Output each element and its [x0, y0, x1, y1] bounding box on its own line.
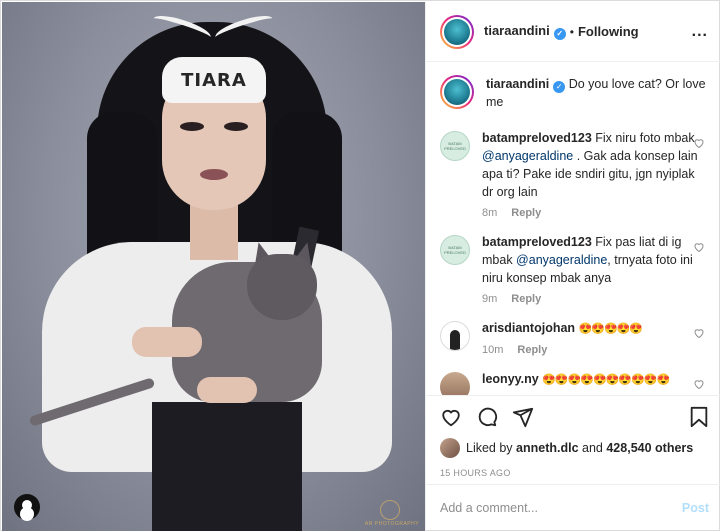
instagram-post: TIARA AR PHOTOGRAPHY tiaraandini ✓ • Foll… [0, 0, 720, 531]
commenter-username[interactable]: batampreloved123 [482, 131, 592, 145]
caption-avatar[interactable] [440, 75, 474, 109]
person-icon [22, 500, 32, 510]
author-avatar[interactable] [440, 14, 474, 49]
photo-hand-upper [132, 327, 202, 357]
comment-time: 9m [482, 293, 498, 305]
comment-like-icon[interactable] [693, 137, 705, 149]
action-icons [440, 404, 709, 430]
commenter-avatar[interactable]: BATAM PRELOVED [440, 131, 470, 161]
commenter-username[interactable]: leonyy.ny [482, 372, 539, 386]
comment-text-part: Fix niru foto mbak [595, 131, 695, 145]
commenter-avatar[interactable] [440, 321, 470, 351]
tagged-user-icon[interactable] [14, 494, 40, 520]
author-username-text[interactable]: tiaraandini [484, 23, 550, 38]
bookmark-icon[interactable] [689, 406, 709, 428]
likes-prefix: Liked by [466, 441, 517, 455]
post-sidebar: tiaraandini ✓ • Following ... tiaraandini… [425, 2, 720, 531]
following-button[interactable]: Following [578, 24, 639, 39]
comment-like-icon[interactable] [693, 327, 705, 339]
likes-middle: and [578, 441, 607, 455]
caption-text: tiaraandini ✓ Do you love cat? Or love me [486, 75, 707, 111]
comment-emoji: 😍😍😍😍😍 [578, 323, 643, 335]
photographer-logo [380, 500, 400, 520]
post-header: tiaraandini ✓ • Following ... [426, 2, 720, 62]
post-caption: tiaraandini ✓ Do you love cat? Or love me [440, 75, 707, 111]
comment-meta: 8m Reply [482, 207, 702, 219]
photo-headband: TIARA [162, 57, 266, 103]
comment-icon[interactable] [476, 406, 498, 428]
comment-input[interactable]: Add a comment... [440, 501, 538, 515]
comment-like-icon[interactable] [693, 241, 705, 253]
comment-emoji: 😍😍😍😍😍😍😍😍😍😍 [542, 374, 670, 386]
comment-item: arisdiantojohan 😍😍😍😍😍 10m Reply [440, 319, 707, 356]
comment-item: leonyy.ny 😍😍😍😍😍😍😍😍😍😍 [440, 370, 707, 395]
comment-like-icon[interactable] [693, 378, 705, 390]
post-button[interactable]: Post [682, 501, 709, 515]
author-username[interactable]: tiaraandini ✓ [484, 23, 566, 40]
photo-cat-head [247, 254, 317, 320]
add-comment-bar: Add a comment... Post [426, 484, 720, 531]
photo-lips [200, 169, 228, 180]
author-avatar-ring [442, 16, 472, 47]
header-separator: • [569, 24, 574, 39]
likes-count[interactable]: 428,540 others [606, 441, 693, 455]
likes-text: Liked by anneth.dlc and 428,540 others [466, 441, 693, 455]
commenter-avatar-text: BATAM PRELOVED [444, 141, 466, 151]
commenter-avatar-text: BATAM PRELOVED [444, 245, 466, 255]
post-actions: Liked by anneth.dlc and 428,540 others 1… [426, 395, 720, 478]
comment-item: BATAM PRELOVED batampreloved123 Fix pas … [440, 233, 707, 305]
photo-skirt [152, 402, 302, 531]
liker-avatar[interactable] [440, 438, 460, 458]
photo-eye-right [224, 122, 248, 131]
comment-text: arisdiantojohan 😍😍😍😍😍 [482, 319, 702, 338]
headband-text: TIARA [181, 69, 247, 91]
comments-list[interactable]: tiaraandini ✓ Do you love cat? Or love me… [426, 63, 720, 395]
caption-avatar-ring [442, 77, 472, 107]
photo-eye-left [180, 122, 204, 131]
commenter-username[interactable]: batampreloved123 [482, 235, 592, 249]
comment-time: 10m [482, 344, 504, 356]
mention-link[interactable]: @anyageraldine [516, 253, 607, 267]
comment-body: arisdiantojohan 😍😍😍😍😍 10m Reply [482, 319, 702, 356]
post-photo[interactable]: TIARA AR PHOTOGRAPHY [2, 2, 425, 531]
verified-icon: ✓ [553, 81, 566, 93]
reply-button[interactable]: Reply [511, 207, 541, 219]
avatar-figure [450, 330, 460, 350]
post-timestamp[interactable]: 15 HOURS AGO [440, 468, 709, 478]
comment-text: batampreloved123 Fix niru foto mbak @any… [482, 129, 702, 201]
more-icon[interactable]: ... [692, 23, 708, 41]
reply-button[interactable]: Reply [517, 344, 547, 356]
comment-meta: 9m Reply [482, 293, 702, 305]
liker-username[interactable]: anneth.dlc [516, 441, 579, 455]
comment-time: 8m [482, 207, 498, 219]
photo-hand-lower [197, 377, 257, 403]
comment-item: BATAM PRELOVED batampreloved123 Fix niru… [440, 129, 707, 219]
commenter-username[interactable]: arisdiantojohan [482, 321, 575, 335]
likes-summary: Liked by anneth.dlc and 428,540 others [440, 438, 709, 458]
commenter-avatar[interactable] [440, 372, 470, 395]
comment-body: batampreloved123 Fix niru foto mbak @any… [482, 129, 702, 219]
caption-username[interactable]: tiaraandini [486, 77, 549, 91]
caption-avatar-image [444, 79, 470, 105]
commenter-avatar[interactable]: BATAM PRELOVED [440, 235, 470, 265]
comment-body: leonyy.ny 😍😍😍😍😍😍😍😍😍😍 [482, 370, 702, 395]
comment-meta: 10m Reply [482, 344, 702, 356]
comment-text: batampreloved123 Fix pas liat di ig mbak… [482, 233, 702, 287]
comment-text: leonyy.ny 😍😍😍😍😍😍😍😍😍😍 [482, 370, 702, 389]
author-avatar-image [444, 18, 470, 45]
verified-icon: ✓ [553, 28, 566, 40]
heart-icon[interactable] [440, 406, 462, 428]
reply-button[interactable]: Reply [511, 293, 541, 305]
share-icon[interactable] [512, 406, 534, 428]
watermark-text: AR PHOTOGRAPHY [364, 521, 420, 527]
mention-link[interactable]: @anyageraldine [482, 149, 573, 163]
comment-body: batampreloved123 Fix pas liat di ig mbak… [482, 233, 702, 305]
